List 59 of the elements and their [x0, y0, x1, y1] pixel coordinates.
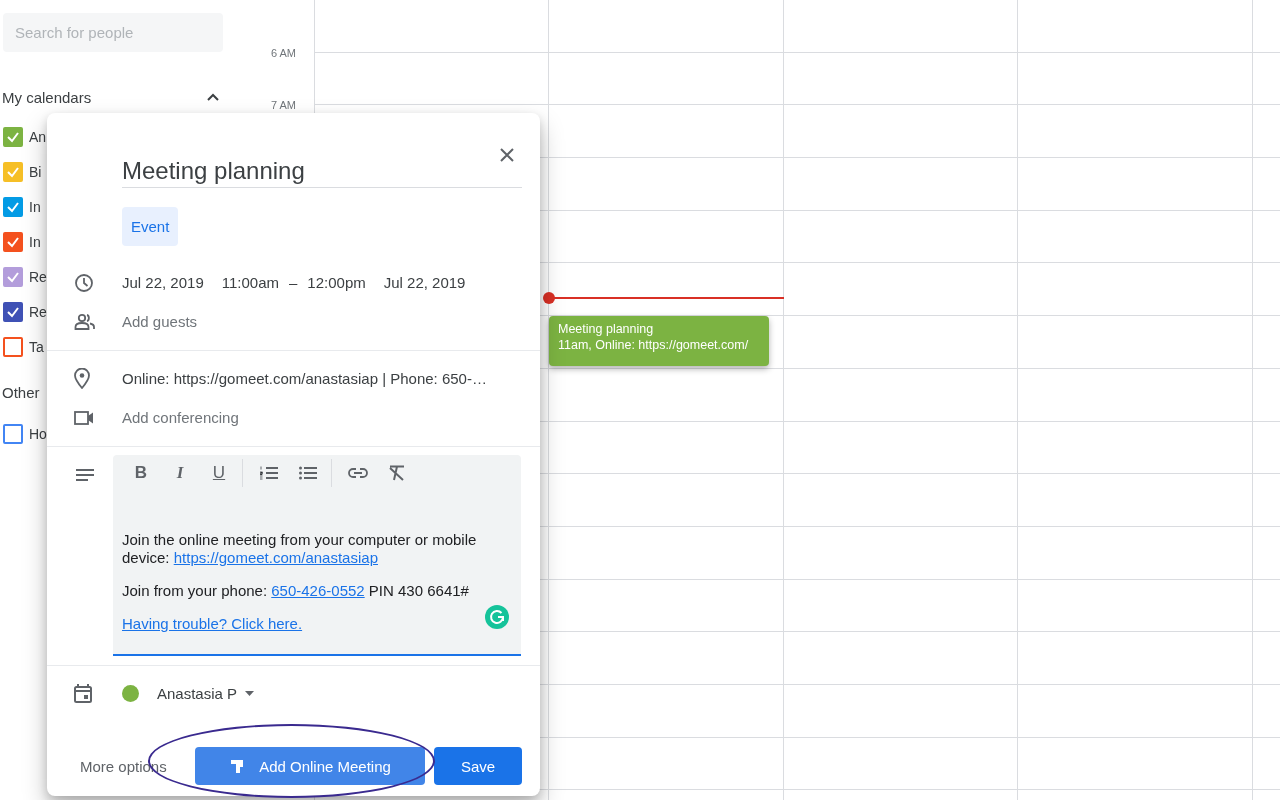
event-title: Meeting planning [558, 321, 655, 337]
add-conferencing-link[interactable]: Add conferencing [122, 409, 239, 426]
calendar-name: Re [29, 303, 47, 320]
checkbox[interactable] [3, 196, 23, 217]
calendar-name: Bi [29, 163, 42, 180]
calendar-name: An [29, 128, 47, 145]
checkbox[interactable] [3, 126, 23, 147]
close-icon[interactable] [500, 148, 514, 162]
location-text[interactable]: Online: https://gomeet.com/anastasiap | Phone: 650-… [122, 370, 487, 387]
video-camera-icon [74, 409, 94, 426]
end-date[interactable]: Jul 22, 2019 [383, 274, 466, 291]
dash-text: – [289, 274, 298, 291]
help-link[interactable]: Having trouble? Click here. [122, 615, 303, 632]
link-icon[interactable] [348, 468, 368, 478]
underline-button[interactable]: U [209, 461, 229, 485]
guests-field[interactable]: Add guests [122, 313, 502, 330]
meeting-logo-icon [229, 758, 246, 774]
search-field[interactable]: Search for people [3, 13, 223, 52]
calendar-dropdown[interactable]: Anastasia P [157, 685, 255, 702]
checkbox[interactable] [3, 301, 23, 322]
calendar-icon [74, 684, 92, 703]
caret-icon [245, 691, 255, 696]
save-button[interactable]: Save [434, 747, 522, 785]
calendar-name: Ta [29, 338, 44, 355]
title-field[interactable]: Meeting planning [122, 155, 522, 188]
checkbox[interactable] [3, 231, 23, 252]
time-label: 7 AM [270, 99, 296, 112]
description-link[interactable]: https://gomeet.com/anastasiap [173, 549, 378, 566]
checkbox[interactable] [3, 266, 23, 287]
section-title: Other [2, 383, 40, 401]
description-editor[interactable]: B I U Join the online meeting from your computer or mobile device: https://gomeet.com/anastasiap Join from your phone: 650-426-0552 PIN 430 6641# Having trouble? Click here. [113, 455, 521, 656]
time-label: 6 AM [270, 46, 296, 59]
section-title: My calendars [2, 88, 92, 106]
people-icon [74, 312, 96, 331]
location-pin-icon [74, 368, 90, 389]
checkbox[interactable] [3, 423, 23, 444]
calendar-name: In [29, 198, 41, 215]
checkbox[interactable] [3, 336, 23, 357]
description-text: Join the online meeting from your computer or mobile device: https://gomeet.com/anastasiap [122, 531, 478, 567]
calendar-name: In [29, 233, 41, 250]
end-time[interactable]: 12:00pm [307, 274, 366, 291]
clock-icon [74, 272, 94, 293]
notes-icon [76, 469, 94, 481]
numbered-list-icon[interactable] [260, 466, 278, 480]
italic-button[interactable]: I [170, 461, 190, 485]
add-online-meeting-button[interactable]: Add Online Meeting [195, 747, 425, 785]
calendar-name: Ho [29, 425, 47, 442]
event-tab[interactable]: Event [122, 207, 179, 246]
description-text: Join from your phone: 650-426-0552 PIN 430 6641# [122, 582, 470, 600]
calendar-color-dot [122, 685, 139, 702]
chevron-icon[interactable] [206, 92, 220, 102]
description-link[interactable]: 650-426-0552 [271, 582, 365, 599]
event-details: 11am, Online: https://gomeet.com/ [558, 337, 750, 353]
bulleted-list-icon[interactable] [299, 466, 317, 480]
start-date[interactable]: Jul 22, 2019 [122, 274, 204, 291]
clear-format-icon[interactable] [388, 465, 406, 481]
bold-button[interactable]: B [131, 461, 151, 485]
calendar-name: Re [29, 268, 47, 285]
start-time[interactable]: 11:00am [221, 274, 279, 291]
